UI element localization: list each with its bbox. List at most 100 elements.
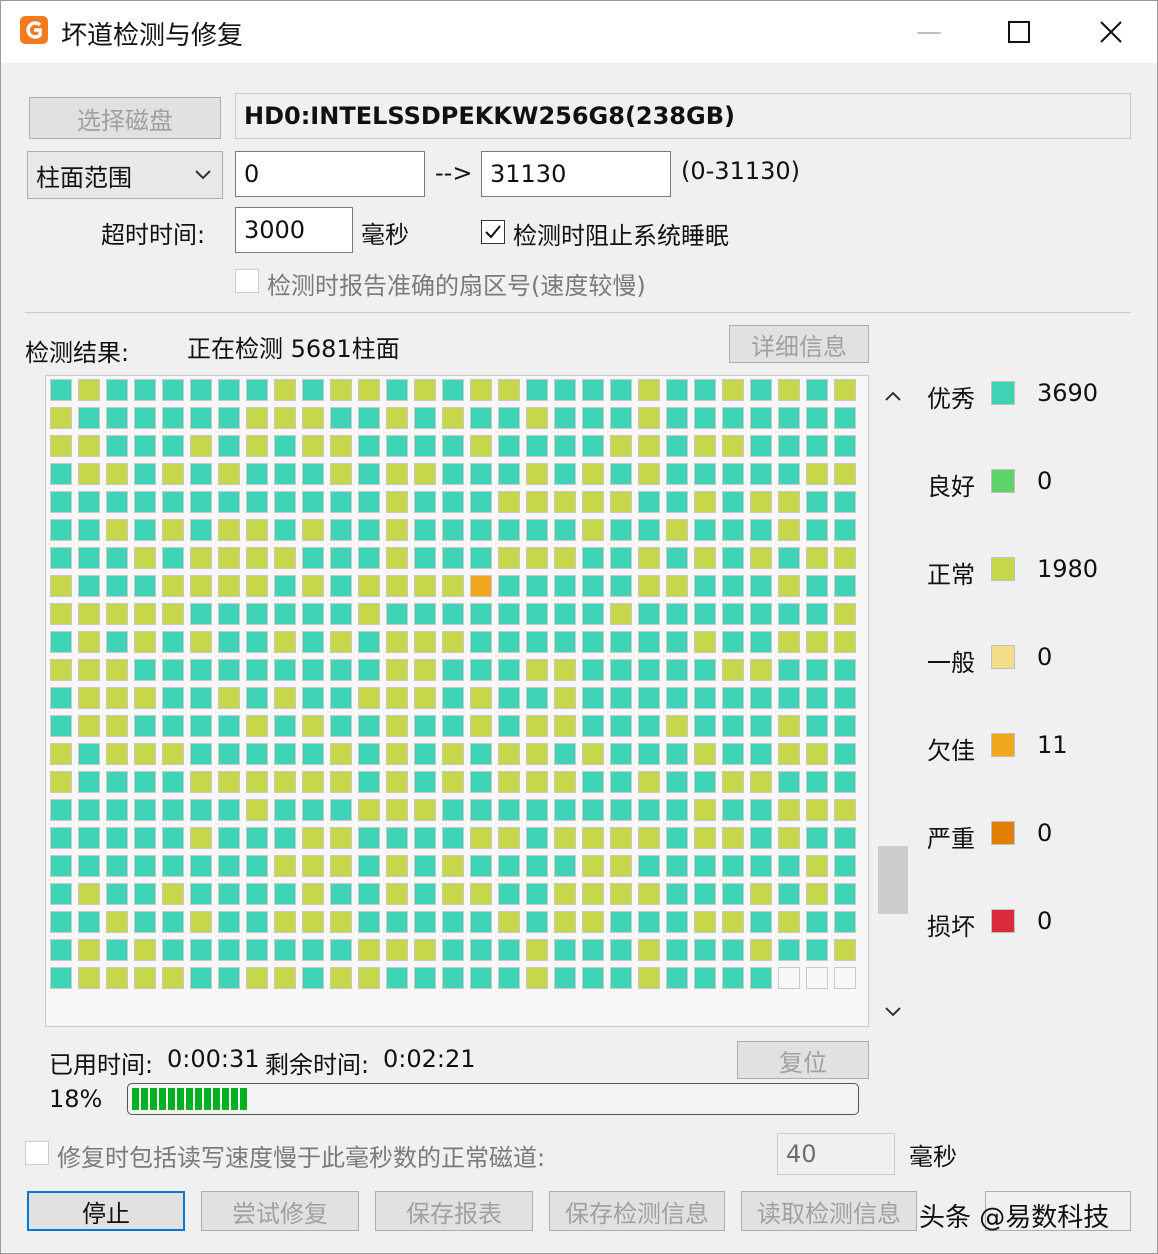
grid-cell <box>190 463 212 485</box>
select-disk-button[interactable]: 选择磁盘 <box>29 97 221 139</box>
scroll-thumb[interactable] <box>878 846 908 914</box>
watermark-text: 头条 @易数科技 <box>919 1203 1110 1233</box>
grid-cell <box>386 659 408 681</box>
grid-cell <box>190 659 212 681</box>
grid-cell <box>218 743 240 765</box>
grid-cell <box>638 827 660 849</box>
minimize-button[interactable]: — <box>889 7 969 57</box>
grid-cell <box>834 603 856 625</box>
grid-cell <box>610 743 632 765</box>
grid-cell <box>694 631 716 653</box>
grid-cell <box>610 463 632 485</box>
grid-cell <box>302 883 324 905</box>
prevent-sleep-checkbox[interactable] <box>481 220 505 244</box>
grid-cell <box>134 491 156 513</box>
include-slow-checkbox[interactable] <box>25 1141 49 1165</box>
grid-cell <box>834 799 856 821</box>
grid-cell <box>554 715 576 737</box>
range-mode-select[interactable]: 柱面范围 <box>27 151 223 199</box>
details-button[interactable]: 详细信息 <box>729 325 869 363</box>
grid-cell <box>470 547 492 569</box>
grid-cell <box>274 855 296 877</box>
save-info-button[interactable]: 保存检测信息 <box>549 1191 725 1231</box>
grid-cell <box>722 435 744 457</box>
grid-cell <box>610 939 632 961</box>
try-repair-button[interactable]: 尝试修复 <box>201 1191 359 1231</box>
grid-cell <box>386 435 408 457</box>
save-report-button[interactable]: 保存报表 <box>375 1191 533 1231</box>
grid-cell <box>78 631 100 653</box>
grid-cell <box>134 771 156 793</box>
grid-cell <box>526 491 548 513</box>
grid-cell <box>470 463 492 485</box>
reset-button[interactable]: 复位 <box>737 1041 869 1079</box>
timeout-input[interactable]: 3000 <box>235 207 353 253</box>
grid-cell <box>582 631 604 653</box>
grid-cell <box>582 687 604 709</box>
grid-cell <box>554 379 576 401</box>
grid-cell <box>274 967 296 989</box>
grid-cell <box>666 771 688 793</box>
grid-cell <box>162 771 184 793</box>
grid-cell <box>582 855 604 877</box>
report-sector-checkbox[interactable] <box>235 269 259 293</box>
grid-cell <box>498 631 520 653</box>
grid-cell <box>806 743 828 765</box>
range-end-input[interactable]: 31130 <box>481 151 671 197</box>
grid-cell <box>442 939 464 961</box>
grid-cell <box>834 939 856 961</box>
grid-cell <box>302 407 324 429</box>
grid-cell <box>386 743 408 765</box>
grid-cell <box>50 491 72 513</box>
grid-cell <box>554 659 576 681</box>
chevron-down-icon <box>195 170 211 180</box>
grid-cell <box>834 687 856 709</box>
grid-cell <box>470 631 492 653</box>
grid-cell <box>694 407 716 429</box>
legend-count: 0 <box>1037 907 1053 935</box>
stop-button[interactable]: 停止 <box>27 1191 185 1231</box>
result-label: 检测结果: <box>25 339 130 367</box>
grid-cell <box>806 659 828 681</box>
include-slow-label: 修复时包括读写速度慢于此毫秒数的正常磁道: <box>57 1144 546 1172</box>
grid-cell <box>694 855 716 877</box>
grid-cell <box>106 687 128 709</box>
grid-cell <box>134 855 156 877</box>
grid-cell <box>470 883 492 905</box>
grid-cell <box>638 911 660 933</box>
grid-cell <box>358 435 380 457</box>
grid-scrollbar[interactable] <box>877 375 909 1027</box>
grid-cell <box>806 379 828 401</box>
grid-cell <box>834 911 856 933</box>
slow-threshold-input[interactable]: 40 <box>777 1133 895 1175</box>
grid-cell <box>722 771 744 793</box>
grid-cell <box>694 435 716 457</box>
grid-cell <box>50 855 72 877</box>
grid-cell <box>806 575 828 597</box>
grid-cell <box>834 519 856 541</box>
grid-cell <box>190 743 212 765</box>
range-start-input[interactable]: 0 <box>235 151 425 197</box>
maximize-button[interactable] <box>979 7 1059 57</box>
grid-cell <box>78 687 100 709</box>
close-button[interactable] <box>1071 7 1151 57</box>
grid-cell <box>386 939 408 961</box>
load-info-button[interactable]: 读取检测信息 <box>741 1191 917 1231</box>
grid-cell <box>274 575 296 597</box>
grid-cell <box>78 491 100 513</box>
grid-cell <box>246 631 268 653</box>
grid-cell <box>358 631 380 653</box>
grid-cell <box>778 603 800 625</box>
grid-cell <box>218 771 240 793</box>
legend-name: 欠佳 <box>927 737 975 765</box>
grid-cell <box>50 771 72 793</box>
progress-percent: 18% <box>49 1085 103 1113</box>
grid-cell <box>274 939 296 961</box>
grid-cell <box>610 491 632 513</box>
grid-cell <box>274 687 296 709</box>
scroll-down-icon[interactable] <box>884 1005 902 1019</box>
grid-cell <box>330 407 352 429</box>
grid-cell <box>722 603 744 625</box>
grid-cell <box>106 771 128 793</box>
scroll-up-icon[interactable] <box>884 389 902 403</box>
